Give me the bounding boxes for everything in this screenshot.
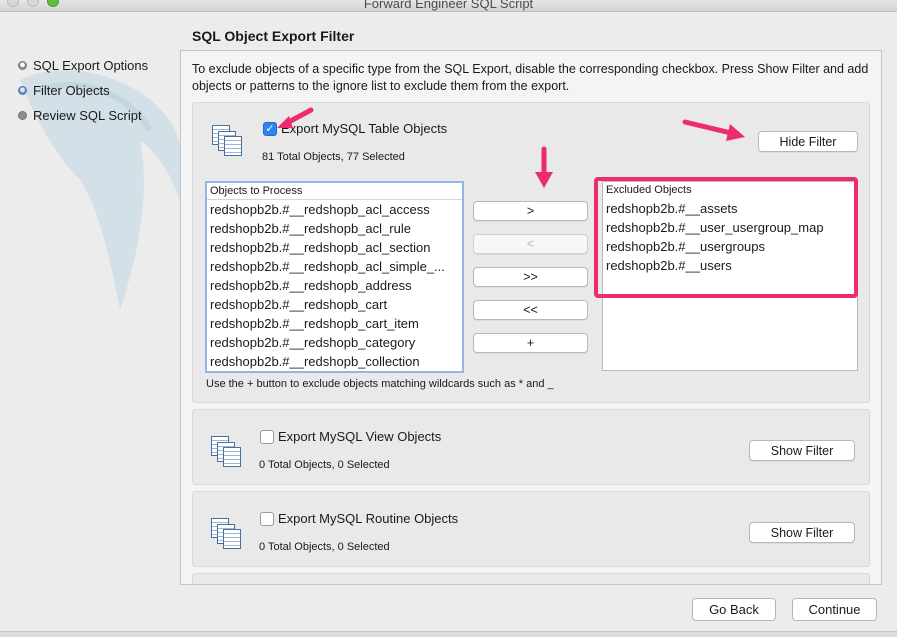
export-tables-label: Export MySQL Table Objects (281, 121, 448, 136)
checkmark-icon: ✓ (265, 122, 275, 135)
next-objects-group-partial (192, 573, 870, 584)
wildcard-hint: Use the + button to exclude objects matc… (206, 378, 554, 390)
list-item[interactable]: redshopb2b.#__users (603, 256, 857, 275)
list-header: Objects to Process (207, 183, 462, 200)
objects-to-process-list[interactable]: Objects to Process redshopb2b.#__redshop… (205, 181, 464, 373)
list-item[interactable]: redshopb2b.#__redshopb_cart_item (207, 314, 462, 333)
step-filter-objects[interactable]: Filter Objects (14, 78, 184, 103)
export-tables-checkbox[interactable]: ✓ (263, 122, 277, 136)
list-item[interactable]: redshopb2b.#__redshopb_acl_simple_... (207, 257, 462, 276)
exclude-all-button[interactable]: >> (473, 267, 588, 287)
title-bar: Forward Engineer SQL Script (0, 0, 897, 12)
add-pattern-button[interactable]: + (473, 333, 588, 353)
window-title: Forward Engineer SQL Script (363, 0, 534, 11)
export-routines-label: Export MySQL Routine Objects (278, 511, 459, 526)
list-item[interactable]: redshopb2b.#__redshopb_acl_section (207, 238, 462, 257)
views-count-text: 0 Total Objects, 0 Selected (259, 459, 390, 471)
step-label: SQL Export Options (33, 58, 149, 73)
list-item[interactable]: redshopb2b.#__redshopb_acl_rule (207, 219, 462, 238)
routines-count-text: 0 Total Objects, 0 Selected (259, 541, 390, 553)
list-item[interactable]: redshopb2b.#__redshopb_collection (207, 352, 462, 371)
step-done-icon (18, 61, 27, 70)
routines-show-filter-button[interactable]: Show Filter (749, 522, 855, 543)
export-views-label: Export MySQL View Objects (278, 429, 442, 444)
go-back-button[interactable]: Go Back (692, 598, 776, 621)
excluded-objects-list[interactable]: Excluded Objects redshopb2b.#__assets re… (602, 181, 858, 371)
table-objects-icon (210, 123, 244, 157)
exclude-selected-button[interactable]: > (473, 201, 588, 221)
step-label: Filter Objects (33, 83, 110, 98)
list-item[interactable]: redshopb2b.#__redshopb_acl_access (207, 200, 462, 219)
list-item[interactable]: redshopb2b.#__redshopb_address (207, 276, 462, 295)
table-objects-group: ✓ Export MySQL Table Objects 81 Total Ob… (192, 102, 870, 403)
step-pending-icon (18, 111, 27, 120)
step-active-icon (18, 86, 27, 95)
step-label: Review SQL Script (33, 108, 142, 123)
export-views-checkbox[interactable] (260, 430, 274, 444)
routine-objects-group: Export MySQL Routine Objects 0 Total Obj… (192, 491, 870, 567)
include-selected-button[interactable]: < (473, 234, 588, 254)
step-sql-export-options[interactable]: SQL Export Options (14, 53, 184, 78)
list-item[interactable]: redshopb2b.#__user_usergroup_map (603, 218, 857, 237)
view-objects-icon (209, 434, 243, 468)
include-all-button[interactable]: << (473, 300, 588, 320)
list-item[interactable]: redshopb2b.#__assets (603, 199, 857, 218)
tables-count-text: 81 Total Objects, 77 Selected (262, 151, 405, 163)
list-header: Excluded Objects (606, 184, 692, 196)
views-show-filter-button[interactable]: Show Filter (749, 440, 855, 461)
wizard-steps-sidebar: SQL Export Options Filter Objects Review… (14, 53, 184, 128)
hide-filter-button[interactable]: Hide Filter (758, 131, 858, 152)
filter-panel: To exclude objects of a specific type fr… (180, 50, 882, 585)
list-item[interactable]: redshopb2b.#__redshopb_cart (207, 295, 462, 314)
page-title: SQL Object Export Filter (192, 28, 355, 44)
list-item[interactable]: redshopb2b.#__usergroups (603, 237, 857, 256)
view-objects-group: Export MySQL View Objects 0 Total Object… (192, 409, 870, 485)
list-item[interactable]: redshopb2b.#__redshopb_category (207, 333, 462, 352)
export-routines-checkbox[interactable] (260, 512, 274, 526)
routine-objects-icon (209, 516, 243, 550)
step-review-sql-script[interactable]: Review SQL Script (14, 103, 184, 128)
window-bottom-edge (0, 631, 897, 637)
page-description: To exclude objects of a specific type fr… (192, 62, 869, 93)
continue-button[interactable]: Continue (792, 598, 877, 621)
